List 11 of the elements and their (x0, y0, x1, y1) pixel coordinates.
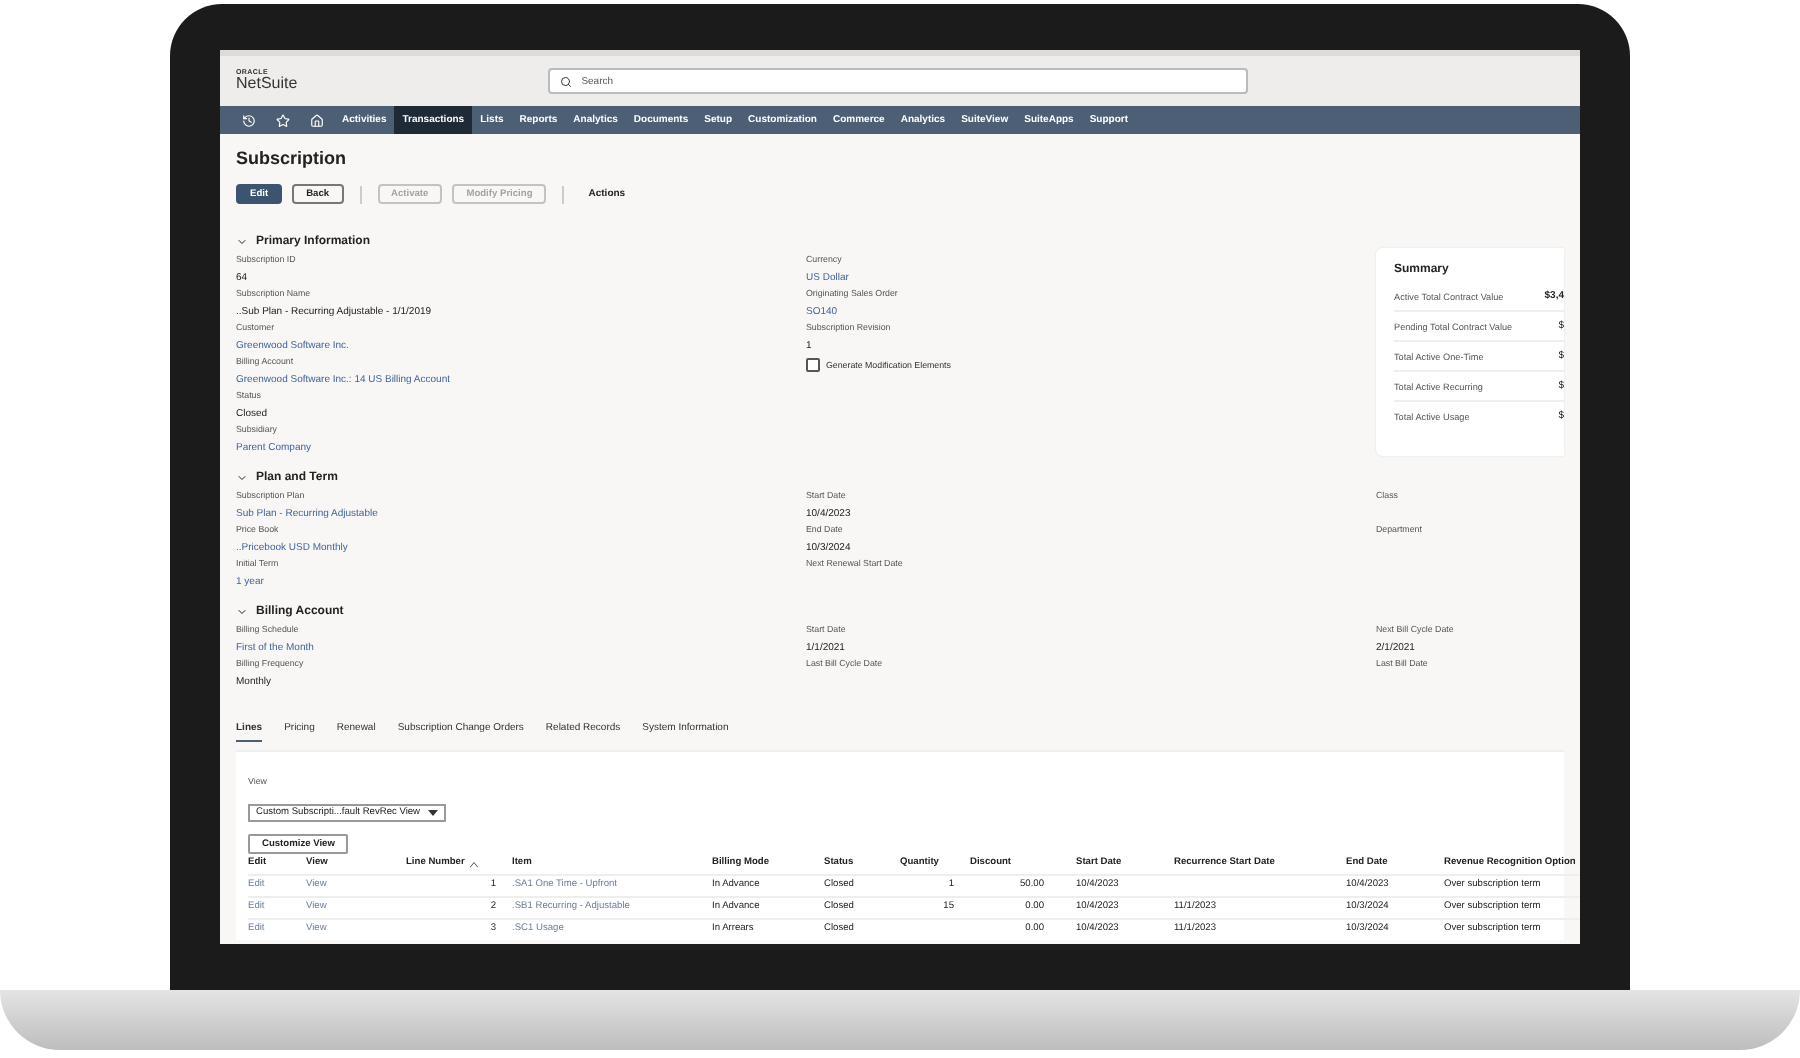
search-icon (559, 75, 572, 87)
chevron-icon[interactable] (236, 472, 248, 484)
chevron-icon[interactable] (236, 236, 248, 248)
history-icon[interactable] (242, 113, 256, 127)
home-icon[interactable] (310, 113, 324, 127)
logo-text: NetSuite (236, 76, 298, 93)
star-icon[interactable] (276, 113, 290, 127)
page-title: Subscription (236, 146, 349, 170)
caret-icon (428, 810, 439, 816)
chevron-icon[interactable] (236, 606, 248, 618)
checkbox[interactable] (806, 357, 820, 371)
